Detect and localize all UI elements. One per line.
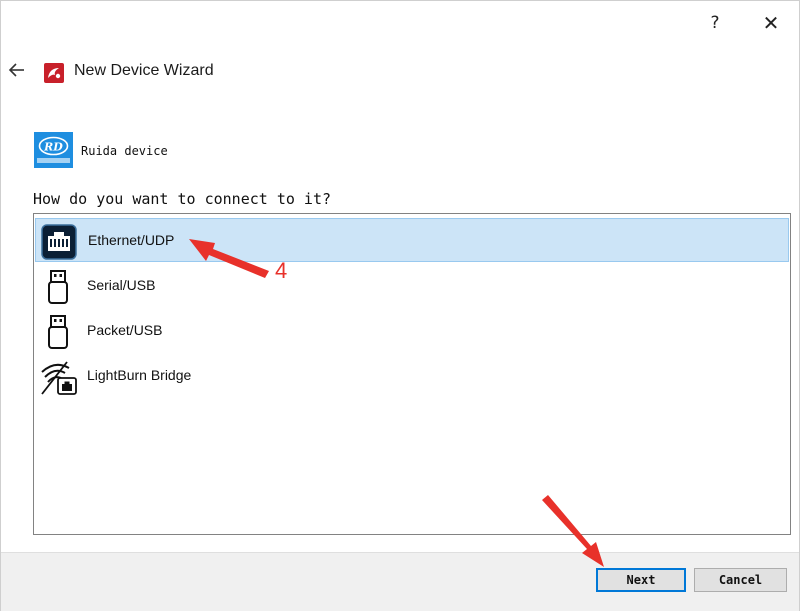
arrow-left-icon (8, 63, 24, 77)
annotation-step-number: 4 (275, 258, 288, 283)
connection-list[interactable]: Ethernet/UDP Serial/USB Packet/USB Light… (33, 213, 791, 535)
cancel-button[interactable]: Cancel (694, 568, 787, 592)
connection-item-serial-usb[interactable]: Serial/USB (35, 264, 789, 308)
connection-prompt: How do you want to connect to it? (33, 190, 332, 208)
wizard-title: New Device Wizard (74, 62, 214, 79)
connection-label: LightBurn Bridge (87, 367, 192, 383)
next-button[interactable]: Next (596, 568, 686, 592)
ruida-logo: RD (34, 132, 73, 168)
connection-item-ethernet-udp[interactable]: Ethernet/UDP (35, 218, 789, 262)
device-name: Ruida device (81, 144, 168, 158)
back-button[interactable] (7, 59, 27, 81)
usb-icon (39, 268, 77, 306)
wifi-bridge-icon (39, 358, 77, 396)
connection-item-packet-usb[interactable]: Packet/USB (35, 309, 789, 353)
help-button[interactable]: ? (704, 11, 726, 35)
ethernet-icon (40, 223, 78, 261)
connection-label: Ethernet/UDP (88, 232, 175, 248)
connection-item-lightburn-bridge[interactable]: LightBurn Bridge (35, 354, 789, 398)
lightburn-icon (44, 63, 64, 83)
close-button[interactable]: ✕ (759, 11, 783, 35)
connection-label: Serial/USB (87, 277, 156, 293)
new-device-wizard-window: ? ✕ New Device Wizard RD Ruida device Ho… (0, 0, 800, 611)
usb-icon (39, 313, 77, 351)
svg-text:RD: RD (43, 141, 63, 154)
connection-label: Packet/USB (87, 322, 163, 338)
